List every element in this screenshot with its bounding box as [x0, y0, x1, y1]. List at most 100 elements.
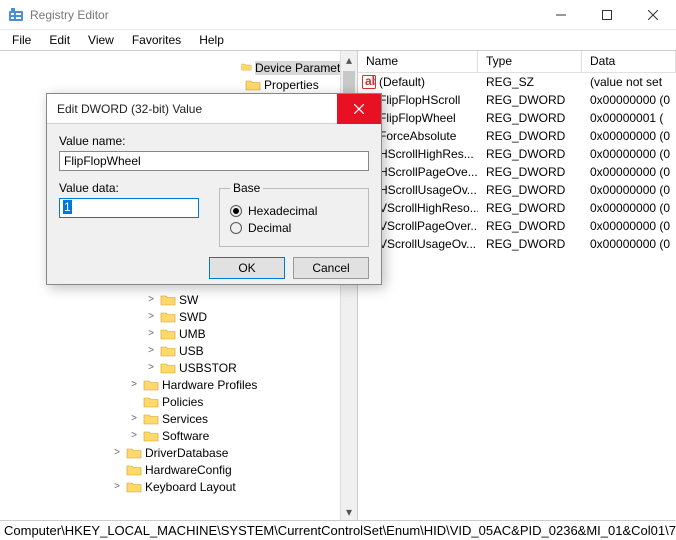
- menu-view[interactable]: View: [80, 31, 122, 49]
- tree-item[interactable]: >Services: [0, 410, 357, 427]
- tree-item-label: UMB: [179, 327, 206, 341]
- tree-item[interactable]: > UMB: [0, 325, 357, 342]
- list-row[interactable]: 011110VScrollUsageOv...REG_DWORD0x000000…: [358, 235, 676, 253]
- expander-icon[interactable]: >: [145, 328, 157, 339]
- value-data: 0x00000000 (0: [582, 219, 676, 233]
- value-name-input[interactable]: [59, 151, 369, 171]
- list-row[interactable]: 011110VScrollHighReso...REG_DWORD0x00000…: [358, 199, 676, 217]
- tree-item[interactable]: >DriverDatabase: [0, 444, 357, 461]
- folder-icon: [126, 463, 142, 477]
- col-type[interactable]: Type: [478, 51, 582, 72]
- dialog-titlebar[interactable]: Edit DWORD (32-bit) Value: [47, 94, 381, 124]
- value-name: HScrollUsageOv...: [379, 183, 477, 197]
- scroll-down-icon[interactable]: ▾: [341, 503, 357, 520]
- tree-item-label: HardwareConfig: [145, 463, 232, 477]
- list-row[interactable]: 011110HScrollHighRes...REG_DWORD0x000000…: [358, 145, 676, 163]
- expander-icon[interactable]: >: [128, 379, 140, 390]
- col-name[interactable]: Name: [358, 51, 478, 72]
- value-data-label: Value data:: [59, 181, 199, 195]
- value-name-label: Value name:: [59, 134, 369, 148]
- tree-item[interactable]: HardwareConfig: [0, 461, 357, 478]
- radio-decimal[interactable]: Decimal: [230, 221, 358, 235]
- string-value-icon: ab: [362, 75, 376, 89]
- tree-item[interactable]: Properties: [0, 76, 357, 93]
- expander-icon[interactable]: >: [145, 311, 157, 322]
- tree-item-label: SW: [179, 293, 198, 307]
- ok-button[interactable]: OK: [209, 257, 285, 279]
- value-data-input[interactable]: 1: [59, 198, 199, 218]
- tree-item[interactable]: > Hardware Profiles: [0, 376, 357, 393]
- expander-icon[interactable]: >: [128, 430, 140, 441]
- tree-item[interactable]: > Software: [0, 427, 357, 444]
- list-row[interactable]: 011110VScrollPageOver...REG_DWORD0x00000…: [358, 217, 676, 235]
- tree-item[interactable]: >USBSTOR: [0, 359, 357, 376]
- tree-item-label: Software: [162, 429, 209, 443]
- list-row[interactable]: 011110FlipFlopWheelREG_DWORD0x00000001 (: [358, 109, 676, 127]
- close-button[interactable]: [630, 0, 676, 30]
- list-row[interactable]: 011110ForceAbsoluteREG_DWORD0x00000000 (…: [358, 127, 676, 145]
- folder-icon: [143, 412, 159, 426]
- dialog-title: Edit DWORD (32-bit) Value: [57, 102, 337, 116]
- value-data: 0x00000000 (0: [582, 129, 676, 143]
- value-type: REG_DWORD: [478, 93, 582, 107]
- expander-icon[interactable]: >: [145, 345, 157, 356]
- col-data[interactable]: Data: [582, 51, 676, 72]
- tree-item[interactable]: > SW: [0, 291, 357, 308]
- tree-item-label: Hardware Profiles: [162, 378, 257, 392]
- value-type: REG_DWORD: [478, 237, 582, 251]
- folder-icon: [143, 395, 159, 409]
- expander-icon[interactable]: >: [145, 294, 157, 305]
- value-type: REG_DWORD: [478, 201, 582, 215]
- tree-item-label: SWD: [179, 310, 207, 324]
- folder-icon: [143, 429, 159, 443]
- dialog-close-button[interactable]: [337, 94, 381, 124]
- value-data: 0x00000000 (0: [582, 147, 676, 161]
- value-type: REG_DWORD: [478, 219, 582, 233]
- tree-item[interactable]: >USB: [0, 342, 357, 359]
- tree-item[interactable]: > SWD: [0, 308, 357, 325]
- menu-favorites[interactable]: Favorites: [124, 31, 189, 49]
- list-row[interactable]: 011110HScrollUsageOv...REG_DWORD0x000000…: [358, 181, 676, 199]
- value-type: REG_DWORD: [478, 129, 582, 143]
- tree-item[interactable]: Device Parameters: [0, 59, 357, 76]
- expander-icon[interactable]: >: [111, 481, 123, 492]
- folder-icon: [160, 293, 176, 307]
- tree-item[interactable]: > Keyboard Layout: [0, 478, 357, 495]
- folder-icon: [126, 480, 142, 494]
- svg-text:ab: ab: [365, 75, 376, 88]
- menu-file[interactable]: File: [4, 31, 39, 49]
- value-name: (Default): [379, 75, 425, 89]
- expander-icon[interactable]: >: [128, 413, 140, 424]
- list-pane[interactable]: Name Type Data ab(Default)REG_SZ(value n…: [358, 51, 676, 520]
- menu-help[interactable]: Help: [191, 31, 232, 49]
- menu-edit[interactable]: Edit: [41, 31, 78, 49]
- tree-item-label: Properties: [264, 78, 319, 92]
- scroll-up-icon[interactable]: ▴: [341, 51, 357, 68]
- tree-item-label: Keyboard Layout: [145, 480, 236, 494]
- value-name: HScrollHighRes...: [379, 147, 474, 161]
- value-type: REG_DWORD: [478, 165, 582, 179]
- value-name: VScrollPageOver...: [379, 219, 478, 233]
- radio-hex-label: Hexadecimal: [248, 204, 317, 218]
- list-row[interactable]: 011110FlipFlopHScrollREG_DWORD0x00000000…: [358, 91, 676, 109]
- folder-icon: [160, 310, 176, 324]
- titlebar: Registry Editor: [0, 0, 676, 30]
- tree-item[interactable]: Policies: [0, 393, 357, 410]
- minimize-button[interactable]: [538, 0, 584, 30]
- value-data: 0x00000001 (: [582, 111, 676, 125]
- expander-icon[interactable]: >: [111, 447, 123, 458]
- folder-icon: [241, 61, 252, 75]
- radio-dec-label: Decimal: [248, 221, 291, 235]
- value-data: 0x00000000 (0: [582, 183, 676, 197]
- list-row[interactable]: ab(Default)REG_SZ(value not set: [358, 73, 676, 91]
- value-data: (value not set: [582, 75, 676, 89]
- radio-hexadecimal[interactable]: Hexadecimal: [230, 204, 358, 218]
- expander-icon[interactable]: >: [145, 362, 157, 373]
- value-name: VScrollUsageOv...: [379, 237, 476, 251]
- value-name: ForceAbsolute: [379, 129, 456, 143]
- list-row[interactable]: 011110HScrollPageOve...REG_DWORD0x000000…: [358, 163, 676, 181]
- maximize-button[interactable]: [584, 0, 630, 30]
- value-name: HScrollPageOve...: [379, 165, 478, 179]
- folder-icon: [160, 344, 176, 358]
- cancel-button[interactable]: Cancel: [293, 257, 369, 279]
